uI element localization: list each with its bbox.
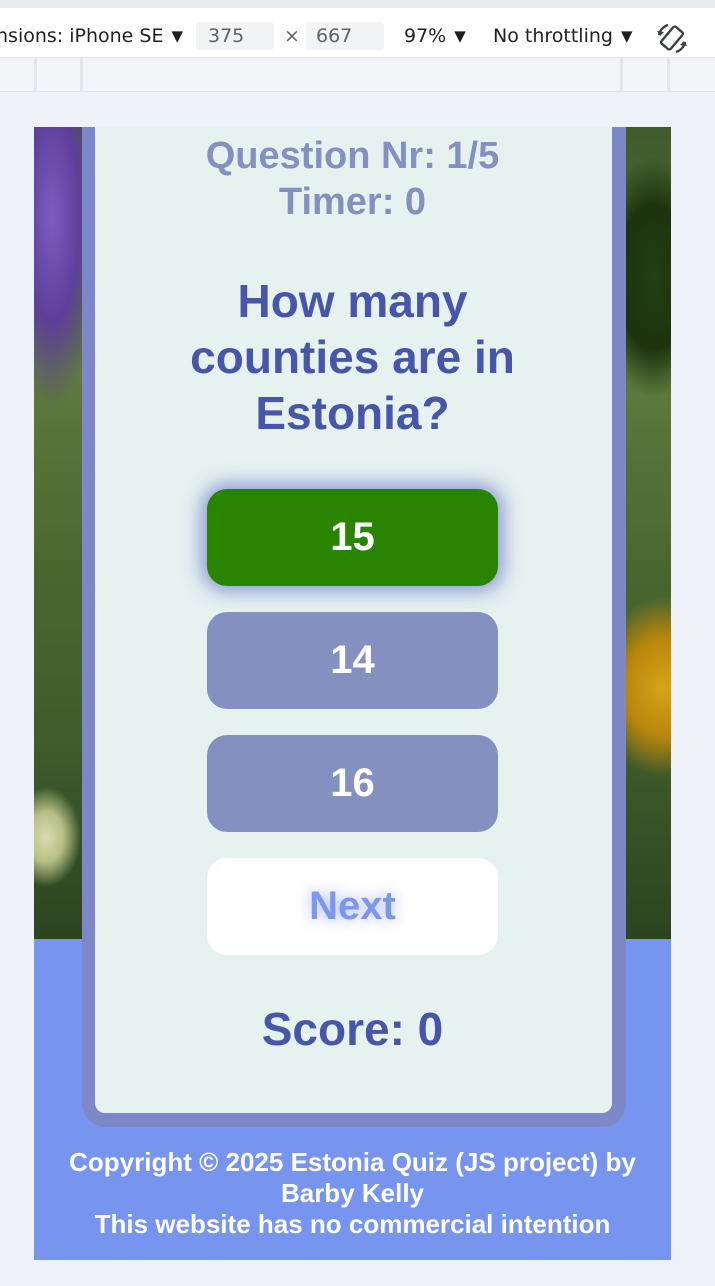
ruler-tick [80, 58, 83, 92]
answer-button-3[interactable]: 16 [207, 735, 498, 832]
ruler-tick [620, 58, 623, 92]
zoom-dropdown[interactable]: 97% ▼ [404, 22, 466, 50]
zoom-label: 97% [404, 25, 447, 47]
device-label: nsions: iPhone SE [0, 25, 164, 47]
ruler-tick [34, 58, 37, 92]
question-text: How many counties are in Estonia? [190, 275, 515, 439]
ruler-tick [667, 58, 670, 92]
footer-copyright: Copyright © 2025 Estonia Quiz (JS projec… [34, 1147, 671, 1240]
next-button[interactable]: Next [207, 858, 498, 955]
height-input[interactable]: 667 [306, 22, 384, 50]
score: Score: 0 [261, 1003, 444, 1055]
caret-down-icon: ▼ [171, 27, 184, 45]
throttling-dropdown[interactable]: No throttling ▼ [493, 22, 633, 50]
rotate-icon[interactable] [655, 22, 689, 54]
caret-down-icon: ▼ [454, 27, 466, 45]
device-dimensions-dropdown[interactable]: nsions: iPhone SE ▼ [0, 22, 183, 50]
devtools-device-toolbar: nsions: iPhone SE ▼ 375 × 667 97% ▼ No thr… [0, 0, 715, 58]
answer-button-2[interactable]: 14 [207, 612, 498, 709]
emulated-viewport: Question Nr: 1/5 Timer: 0 How many count… [34, 127, 671, 1260]
copyright-line: Copyright © 2025 Estonia Quiz (JS projec… [69, 1147, 636, 1177]
timer: Timer: 0 [278, 181, 427, 223]
media-query-ruler[interactable] [0, 58, 715, 92]
answer-button-1[interactable]: 15 [207, 489, 498, 586]
caret-down-icon: ▼ [620, 27, 633, 45]
copyright-author: Barby Kelly [280, 1178, 425, 1208]
disclaimer-line: This website has no commercial intention [94, 1209, 611, 1239]
throttle-label: No throttling [493, 25, 613, 47]
width-input[interactable]: 375 [196, 22, 274, 50]
question-counter: Question Nr: 1/5 [205, 135, 500, 177]
dimension-separator: × [284, 25, 300, 47]
